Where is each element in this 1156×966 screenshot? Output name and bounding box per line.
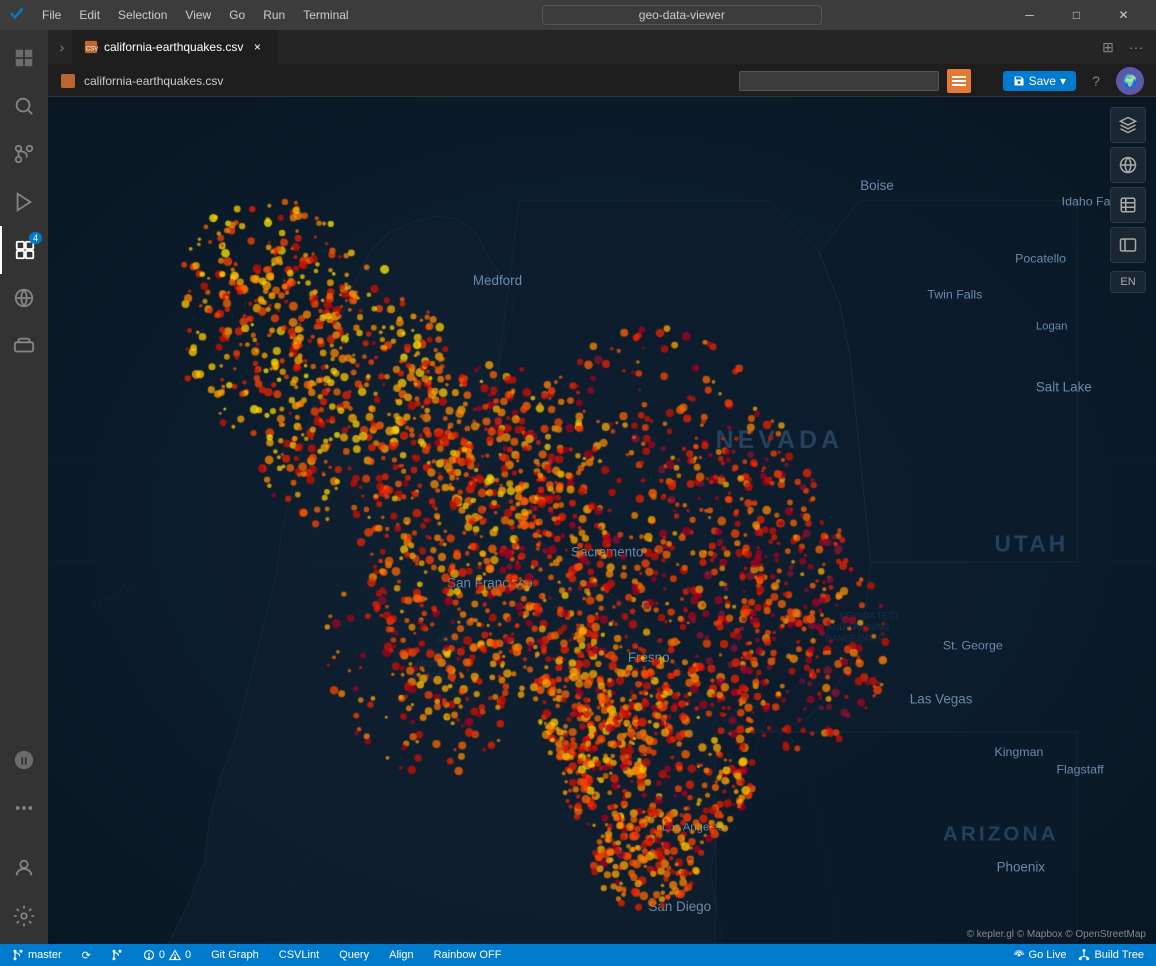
tab-label: california-earthquakes.csv [104,40,243,54]
csv-icon: CSV [84,40,98,54]
map-table-button[interactable] [1110,187,1146,223]
minimize-button[interactable]: ─ [1007,0,1052,30]
help-button[interactable]: ? [1084,69,1108,93]
activity-docker[interactable] [0,322,48,370]
map-right-sidebar: EN [1110,107,1146,293]
tab-close-button[interactable]: × [249,39,265,55]
go-live[interactable]: Go Live [1009,949,1071,961]
activity-extensions[interactable]: 4 [0,226,48,274]
activity-explorer[interactable] [0,34,48,82]
split-editor-button[interactable]: ⊞ [1096,35,1120,59]
activity-settings[interactable] [0,892,48,940]
editor-toolbar: california-earthquakes.csv Save ▾ ? 🌍 [48,65,1156,97]
sync-button[interactable]: ⟳ [78,949,95,962]
menu-file[interactable]: File [34,6,69,24]
rainbow-off[interactable]: Rainbow OFF [430,949,506,961]
build-tree-label: Build Tree [1094,949,1144,961]
error-count: 0 [159,949,165,961]
svg-text:CSV: CSV [86,46,98,53]
go-live-label: Go Live [1029,949,1067,961]
git-branch[interactable]: master [8,949,66,961]
align[interactable]: Align [385,949,417,961]
csvlint[interactable]: CSVLint [275,949,323,961]
save-button[interactable]: Save ▾ [1003,71,1076,91]
git-icon [12,949,24,961]
map-globe-button[interactable] [1110,147,1146,183]
map-settings-button[interactable] [1110,227,1146,263]
build-tree[interactable]: Build Tree [1074,949,1148,961]
breadcrumb-filename[interactable]: california-earthquakes.csv [84,74,223,88]
activity-account[interactable] [0,844,48,892]
table-icon-button[interactable] [947,69,971,93]
tab-actions: ⊞ ··· [1096,35,1156,59]
titlebar-search-input[interactable] [542,5,822,25]
maximize-button[interactable]: □ [1054,0,1099,30]
status-right: Go Live Build Tree [1009,949,1148,961]
activity-remote[interactable] [0,274,48,322]
editor-area: › CSV california-earthquakes.csv × ⊞ ···… [48,30,1156,944]
error-icon [143,949,155,961]
csvlint-label: CSVLint [279,949,319,961]
rainbow-label: Rainbow OFF [434,949,502,961]
git-graph[interactable]: Git Graph [207,949,263,961]
menu-edit[interactable]: Edit [71,6,108,24]
menu-view[interactable]: View [177,6,219,24]
vscode-icon [10,7,26,23]
activity-more[interactable] [0,784,48,832]
titlebar-menus: File Edit Selection View Go Run Terminal [34,6,357,24]
close-button[interactable]: ✕ [1101,0,1146,30]
save-dropdown-icon: ▾ [1060,74,1066,88]
tab-bar: › CSV california-earthquakes.csv × ⊞ ··· [48,30,1156,65]
titlebar-center [365,5,999,25]
warning-icon [169,949,181,961]
map-container[interactable]: NEVADA UTAH ARIZONA Boise Idaho Fal Poca… [48,97,1156,944]
activity-python[interactable] [0,736,48,784]
git-graph-label: Git Graph [211,949,259,961]
avatar[interactable]: 🌍 [1116,67,1144,95]
activity-debug[interactable] [0,178,48,226]
save-icon [1013,75,1025,87]
tree-icon [1078,949,1090,961]
git-branch-name: master [28,949,62,961]
main-layout: 4 › CSV california-earthquak [0,30,1156,944]
toolbar-search-input[interactable] [739,71,939,91]
file-csv-icon [60,73,76,89]
activity-search[interactable] [0,82,48,130]
activity-bar: 4 [0,30,48,944]
map-language-button[interactable]: EN [1110,271,1146,293]
earthquake-dots [48,97,1156,944]
align-label: Align [389,949,413,961]
tab-csv[interactable]: CSV california-earthquakes.csv × [72,30,278,65]
warning-count: 0 [185,949,191,961]
activity-git[interactable] [0,130,48,178]
titlebar-controls: ─ □ ✕ [1007,0,1146,30]
menu-terminal[interactable]: Terminal [295,6,356,24]
map-attribution: © kepler.gl © Mapbox © OpenStreetMap [967,929,1146,940]
errors-warnings[interactable]: 0 0 [139,949,195,961]
map-layers-button[interactable] [1110,107,1146,143]
more-actions-button[interactable]: ··· [1124,35,1148,59]
sync-icon: ⟳ [82,949,91,962]
menu-selection[interactable]: Selection [110,6,175,24]
extensions-badge: 4 [29,232,42,244]
status-bar: master ⟳ 0 0 Git Graph CSVLint Query Ali… [0,944,1156,966]
titlebar: File Edit Selection View Go Run Terminal… [0,0,1156,30]
menu-run[interactable]: Run [255,6,293,24]
fork-button[interactable] [107,949,127,961]
broadcast-icon [1013,949,1025,961]
menu-go[interactable]: Go [221,6,253,24]
sidebar-toggle[interactable]: › [52,37,72,57]
fork-icon [111,949,123,961]
query-label: Query [339,949,369,961]
save-label: Save [1029,74,1056,88]
query[interactable]: Query [335,949,373,961]
